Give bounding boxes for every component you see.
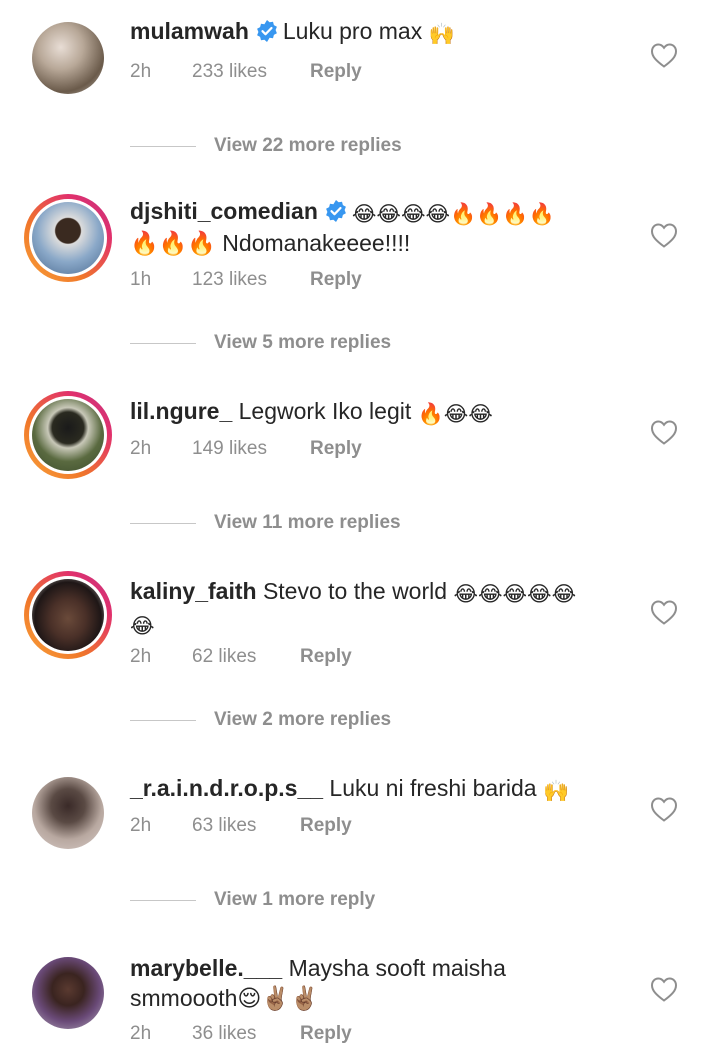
view-more-replies-label: View 2 more replies [214, 709, 392, 730]
comment-likes[interactable]: 149 likes [192, 438, 310, 460]
comment-body: mulamwah Luku pro max 🙌 [130, 16, 620, 48]
view-more-replies-label: View 11 more replies [214, 512, 401, 533]
comment-text: Luku pro max [282, 18, 423, 44]
story-ring [29, 199, 107, 277]
comment-text-line: _r.a.i.n.d.r.o.p.s__ Luku ni freshi bari… [130, 773, 620, 805]
view-more-replies-button[interactable]: View 5 more replies [130, 328, 391, 358]
view-more-replies-button[interactable]: View 22 more replies [130, 131, 402, 161]
comment-meta: 2h 233 likes Reply [130, 61, 362, 83]
view-more-replies-label: View 22 more replies [214, 135, 402, 156]
comment-text-line: kaliny_faith Stevo to the world 😂😂😂😂😂 [130, 576, 620, 608]
avatar[interactable] [24, 14, 112, 102]
comments-list: mulamwah Luku pro max 🙌 2h 233 likes Repl… [0, 0, 720, 1060]
comment-likes[interactable]: 62 likes [192, 646, 300, 668]
divider [130, 342, 196, 344]
comment-text: Luku ni freshi barida [329, 775, 537, 801]
heart-outline-icon[interactable] [650, 796, 678, 822]
comment-meta: 2h 149 likes Reply [130, 438, 362, 460]
comment-body: kaliny_faith Stevo to the world 😂😂😂😂😂 😂 [130, 576, 620, 640]
divider [130, 145, 196, 147]
heart-outline-icon[interactable] [650, 42, 678, 68]
divider [130, 899, 196, 901]
comment-text-line: marybelle.___ Maysha sooft maisha [130, 953, 620, 983]
comment-body: _r.a.i.n.d.r.o.p.s__ Luku ni freshi bari… [130, 773, 620, 805]
username[interactable]: djshiti_comedian [130, 198, 318, 224]
comment-text-line: lil.ngure_ Legwork Iko legit 🔥😂😂 [130, 396, 620, 428]
username[interactable]: mulamwah [130, 18, 249, 44]
comment-body: marybelle.___ Maysha sooft maisha smmooo… [130, 953, 620, 1013]
comment-text-line-2: 😂 [130, 608, 620, 640]
divider [130, 522, 196, 524]
heart-outline-icon[interactable] [650, 419, 678, 445]
avatar-image [32, 202, 104, 274]
view-more-replies-label: View 1 more reply [214, 889, 376, 910]
comment-time: 2h [130, 61, 152, 82]
comment-body: djshiti_comedian 😂😂😂😂🔥🔥🔥🔥 🔥🔥🔥 Ndomanakeee… [130, 196, 620, 258]
comment-text: Stevo to the world [262, 578, 448, 604]
avatar[interactable] [24, 391, 112, 479]
comment-text: Maysha sooft maisha [288, 955, 506, 981]
comment-emojis: 🔥😂😂 [417, 403, 493, 426]
comment-likes[interactable]: 233 likes [192, 61, 310, 83]
comment-time: 2h [130, 1023, 152, 1044]
comment-body: lil.ngure_ Legwork Iko legit 🔥😂😂 [130, 396, 620, 428]
reply-button[interactable]: Reply [300, 646, 352, 668]
username[interactable]: _r.a.i.n.d.r.o.p.s__ [130, 775, 323, 801]
story-ring [29, 396, 107, 474]
divider [130, 719, 196, 721]
avatar-image [32, 399, 104, 471]
comment-time: 2h [130, 815, 152, 836]
reply-button[interactable]: Reply [310, 269, 362, 291]
verified-badge-icon [325, 200, 346, 222]
comment-meta: 2h 36 likes Reply [130, 1023, 352, 1045]
reply-button[interactable]: Reply [310, 61, 362, 83]
avatar[interactable] [24, 949, 112, 1037]
username[interactable]: kaliny_faith [130, 578, 257, 604]
avatar[interactable] [24, 194, 112, 282]
comment-likes[interactable]: 63 likes [192, 815, 300, 837]
heart-outline-icon[interactable] [650, 222, 678, 248]
username[interactable]: marybelle.___ [130, 955, 282, 981]
comment-likes[interactable]: 36 likes [192, 1023, 300, 1045]
comment-time: 2h [130, 438, 152, 459]
avatar-image [32, 579, 104, 651]
comment-likes[interactable]: 123 likes [192, 269, 310, 291]
comment-meta: 2h 62 likes Reply [130, 646, 352, 668]
story-ring [29, 576, 107, 654]
comment-time: 1h [130, 269, 152, 290]
view-more-replies-button[interactable]: View 11 more replies [130, 508, 401, 538]
avatar[interactable] [24, 571, 112, 659]
comment-text-line: djshiti_comedian 😂😂😂😂🔥🔥🔥🔥 [130, 196, 620, 228]
comment-emojis: 😂😂😂😂🔥🔥🔥🔥 [351, 203, 555, 226]
reply-button[interactable]: Reply [300, 1023, 352, 1045]
verified-badge-icon [256, 20, 277, 42]
comment-emojis: 😂😂😂😂😂 [453, 583, 577, 606]
comment-emojis: 🙌 [542, 780, 570, 803]
view-more-replies-button[interactable]: View 1 more reply [130, 885, 375, 915]
username[interactable]: lil.ngure_ [130, 398, 232, 424]
comment-meta: 1h 123 likes Reply [130, 269, 362, 291]
comment-text: Legwork Iko legit [238, 398, 412, 424]
avatar[interactable] [24, 769, 112, 857]
avatar-image [32, 957, 104, 1029]
heart-outline-icon[interactable] [650, 976, 678, 1002]
heart-outline-icon[interactable] [650, 599, 678, 625]
comment-meta: 2h 63 likes Reply [130, 815, 352, 837]
comment-text-line-2: 🔥🔥🔥 Ndomanakeeee!!!! [130, 230, 411, 256]
comment-emojis: 🙌 [428, 23, 455, 46]
reply-button[interactable]: Reply [310, 438, 362, 460]
comment-emojis-line-2: 😂 [130, 615, 155, 638]
comment-time: 2h [130, 646, 152, 667]
avatar-image [32, 777, 104, 849]
reply-button[interactable]: Reply [300, 815, 352, 837]
view-more-replies-button[interactable]: View 2 more replies [130, 705, 391, 735]
comment-text-line-2: smmoooth😌✌🏽✌🏽 [130, 985, 319, 1011]
comment-text-line: mulamwah Luku pro max 🙌 [130, 16, 620, 48]
view-more-replies-label: View 5 more replies [214, 332, 392, 353]
avatar-image [32, 22, 104, 94]
